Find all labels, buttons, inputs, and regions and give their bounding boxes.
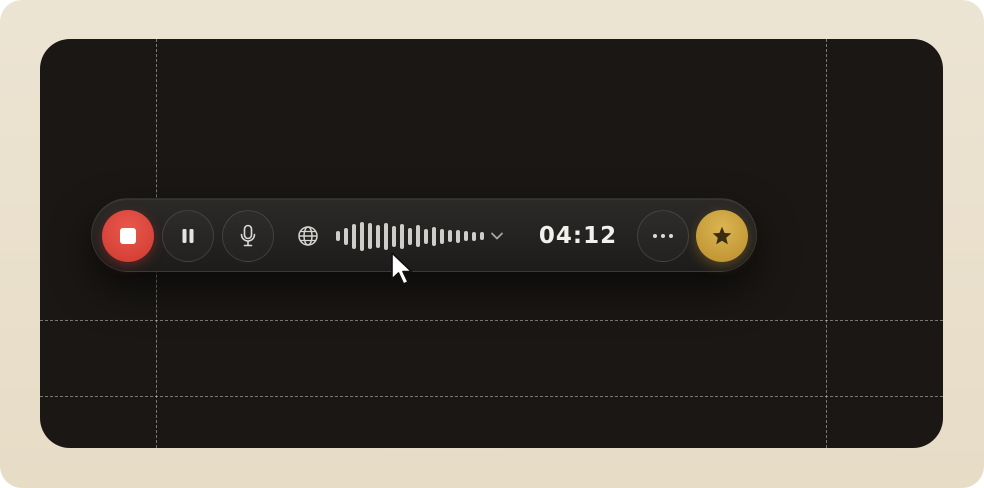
waveform-bar [336, 231, 340, 241]
waveform-bar [456, 229, 460, 243]
waveform-bar [352, 223, 356, 249]
waveform-bar [432, 226, 436, 246]
microphone-icon [240, 224, 256, 247]
guide-line-vertical-right [826, 39, 827, 448]
waveform-bar [384, 222, 388, 250]
more-horizontal-icon [653, 234, 673, 238]
guide-line-horizontal-lower [40, 396, 943, 397]
stop-icon [120, 228, 136, 244]
waveform-bar [480, 232, 484, 240]
waveform-bar [376, 224, 380, 248]
waveform-bar [392, 225, 396, 247]
recording-toolbar: 04:12 [91, 198, 757, 272]
mouse-cursor-icon [391, 252, 413, 285]
pause-button[interactable] [162, 210, 214, 262]
globe-icon[interactable] [297, 225, 319, 247]
favorite-button[interactable] [696, 210, 748, 262]
guide-line-horizontal-upper [40, 320, 943, 321]
waveform-bar [400, 223, 404, 249]
recording-timer: 04:12 [538, 223, 618, 249]
waveform-bar [464, 231, 468, 241]
waveform-bar [416, 225, 420, 247]
star-icon [712, 226, 732, 245]
waveform-bar [448, 230, 452, 242]
chevron-down-icon[interactable] [489, 228, 505, 244]
stop-recording-button[interactable] [102, 210, 154, 262]
waveform-bar [408, 227, 412, 245]
microphone-button[interactable] [222, 210, 274, 262]
waveform-bar [472, 231, 476, 241]
waveform-bar [360, 221, 364, 251]
audio-waveform [336, 221, 484, 251]
waveform-bar [424, 228, 428, 244]
waveform-bar [344, 227, 348, 245]
waveform-bar [368, 223, 372, 249]
more-options-button[interactable] [637, 210, 689, 262]
pause-icon [182, 229, 194, 243]
page-frame: 04:12 [0, 0, 984, 488]
waveform-bar [440, 228, 444, 244]
